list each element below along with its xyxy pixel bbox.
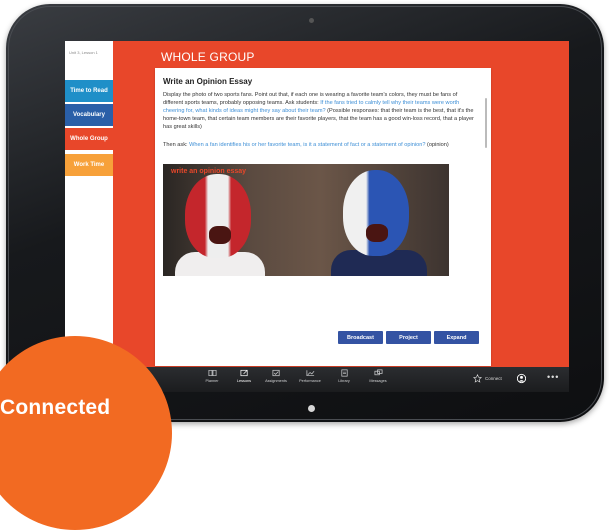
photo-shape bbox=[209, 226, 231, 244]
chat-icon bbox=[374, 369, 382, 376]
paragraph-2: Then ask: When a fan identifies his or h… bbox=[163, 141, 477, 149]
nav-lessons[interactable]: Lessons bbox=[227, 369, 261, 383]
section-title: WHOLE GROUP bbox=[161, 50, 255, 64]
nav-label: Messages bbox=[369, 379, 387, 383]
nav-label: Performance bbox=[299, 379, 321, 383]
sports-fans-photo[interactable]: write an opinion essay bbox=[163, 164, 449, 276]
sidebar-item-vocabulary[interactable]: Vocabulary bbox=[65, 104, 113, 126]
sidebar-item-label: Whole Group bbox=[70, 136, 108, 142]
nav-label: Library bbox=[338, 379, 350, 383]
connect-button[interactable]: Connect bbox=[473, 374, 502, 383]
sidebar: Unit 3, Lesson 1 Time to Read Vocabulary… bbox=[65, 41, 113, 367]
sidebar-item-label: Work Time bbox=[73, 162, 105, 168]
photo-shape bbox=[343, 170, 409, 256]
nav-library[interactable]: Library bbox=[327, 369, 361, 383]
photo-caption: write an opinion essay bbox=[171, 168, 247, 175]
page-dot[interactable] bbox=[344, 353, 349, 358]
nav-planner[interactable]: Planner bbox=[195, 369, 229, 383]
connect-label: Connect bbox=[485, 376, 502, 381]
page-dot[interactable] bbox=[302, 353, 307, 358]
home-button[interactable] bbox=[308, 405, 315, 412]
book-icon bbox=[208, 369, 216, 377]
nav-label: Lessons bbox=[236, 379, 252, 383]
question-link[interactable]: When a fan identifies his or her favorit… bbox=[189, 142, 425, 148]
project-button[interactable]: Project bbox=[386, 331, 431, 344]
paragraph-text: (opinion) bbox=[425, 142, 449, 148]
chart-icon bbox=[306, 370, 314, 377]
sidebar-item-whole-group[interactable]: Whole Group bbox=[65, 128, 113, 150]
photo-shape bbox=[185, 174, 251, 258]
pencil-icon bbox=[240, 369, 248, 377]
sidebar-item-label: Vocabulary bbox=[73, 112, 105, 118]
paragraph-text: Then ask: bbox=[163, 142, 190, 148]
lesson-card: Write an Opinion Essay Display the photo… bbox=[155, 68, 491, 366]
nav-label: Planner bbox=[205, 379, 219, 383]
expand-button[interactable]: Expand bbox=[434, 331, 479, 344]
nav-assignments[interactable]: Assignments bbox=[259, 369, 293, 383]
document-icon bbox=[340, 369, 348, 377]
checkbox-icon bbox=[272, 369, 280, 377]
page-dot[interactable] bbox=[330, 353, 335, 358]
sidebar-item-work-time[interactable]: Work Time bbox=[65, 154, 113, 176]
broadcast-button[interactable]: Broadcast bbox=[338, 331, 383, 344]
photo-shape bbox=[366, 224, 388, 242]
more-icon[interactable]: ••• bbox=[547, 372, 559, 382]
card-title: Write an Opinion Essay bbox=[163, 77, 253, 86]
page-dot[interactable] bbox=[323, 353, 328, 358]
page-dot[interactable] bbox=[337, 353, 342, 358]
scrollbar[interactable] bbox=[485, 98, 487, 148]
action-buttons: Broadcast Project Expand bbox=[338, 331, 479, 344]
nav-label: Assignments bbox=[265, 379, 287, 383]
app-screen: Unit 3, Lesson 1 Time to Read Vocabulary… bbox=[65, 41, 569, 392]
page-dot[interactable] bbox=[316, 353, 321, 358]
nav-messages[interactable]: Messages bbox=[361, 369, 395, 383]
sidebar-item-label: Time to Read bbox=[70, 88, 108, 94]
star-icon bbox=[473, 374, 482, 383]
user-icon[interactable] bbox=[517, 373, 526, 384]
lesson-heading: Unit 3, Lesson 1 bbox=[69, 50, 98, 55]
connected-badge-label: Connected bbox=[0, 396, 111, 419]
camera-dot bbox=[309, 18, 314, 23]
paragraph-1: Display the photo of two sports fans. Po… bbox=[163, 91, 477, 131]
page-indicator bbox=[302, 353, 349, 358]
sidebar-item-time-to-read[interactable]: Time to Read bbox=[65, 80, 113, 102]
nav-performance[interactable]: Performance bbox=[293, 369, 327, 383]
page-dot[interactable] bbox=[309, 353, 314, 358]
